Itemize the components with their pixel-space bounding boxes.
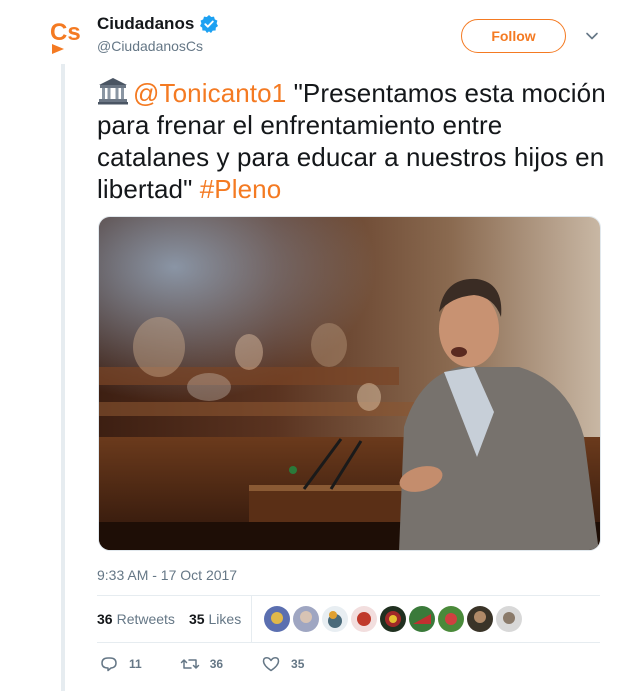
liker-avatar[interactable] xyxy=(467,606,494,632)
liker-avatar[interactable] xyxy=(293,606,320,632)
tweet-photo[interactable] xyxy=(98,216,601,551)
tweet-timestamp[interactable]: 9:33 AM - 17 Oct 2017 xyxy=(97,566,237,584)
liker-avatars xyxy=(264,606,523,632)
tweet-permalink: Cs Ciudadanos @CiudadanosCs Follow @Toni… xyxy=(0,0,640,691)
thread-line xyxy=(61,64,65,691)
heart-icon xyxy=(262,657,280,672)
classical-building-icon xyxy=(97,77,129,105)
liker-avatar[interactable] xyxy=(380,606,407,632)
tweet-stats: 36 Retweets 35 Likes xyxy=(97,595,600,643)
tweet-actions: 11 36 35 xyxy=(99,654,342,674)
mention-link[interactable]: @Tonicanto1 xyxy=(133,78,286,108)
like-count: 35 xyxy=(291,657,305,671)
retweet-button[interactable]: 36 xyxy=(180,654,223,674)
reply-button[interactable]: 11 xyxy=(99,654,142,674)
likes-stat[interactable]: 35 Likes xyxy=(189,611,241,627)
hashtag-link[interactable]: #Pleno xyxy=(200,174,282,204)
cs-logo-icon[interactable]: Cs xyxy=(50,16,84,56)
user-handle[interactable]: @CiudadanosCs xyxy=(97,36,219,56)
liker-avatar[interactable] xyxy=(264,606,291,632)
chevron-down-icon[interactable] xyxy=(584,28,600,44)
liker-avatar[interactable] xyxy=(496,606,523,632)
likes-count: 35 xyxy=(188,611,205,627)
liker-avatar[interactable] xyxy=(322,606,349,632)
svg-text:Cs: Cs xyxy=(50,19,81,46)
liker-avatar[interactable] xyxy=(351,606,378,632)
retweet-count: 36 xyxy=(209,657,224,671)
tweet-text: @Tonicanto1 "Presentamos esta moción par… xyxy=(97,77,607,205)
reply-icon xyxy=(101,657,117,672)
liker-avatar[interactable] xyxy=(438,606,465,632)
like-button[interactable]: 35 xyxy=(261,654,304,674)
liker-avatar[interactable] xyxy=(409,606,436,632)
retweets-count: 36 xyxy=(97,611,113,627)
retweet-icon xyxy=(180,659,199,669)
retweets-label: Retweets xyxy=(116,611,175,627)
likes-label: Likes xyxy=(208,611,242,627)
tweet-header: Ciudadanos @CiudadanosCs xyxy=(97,12,219,56)
verified-badge-icon xyxy=(199,14,219,34)
stats-divider xyxy=(251,595,253,643)
display-name[interactable]: Ciudadanos xyxy=(97,12,194,36)
retweets-stat[interactable]: 36 Retweets xyxy=(97,611,175,627)
follow-button[interactable]: Follow xyxy=(461,19,566,53)
reply-count: 11 xyxy=(129,657,142,671)
